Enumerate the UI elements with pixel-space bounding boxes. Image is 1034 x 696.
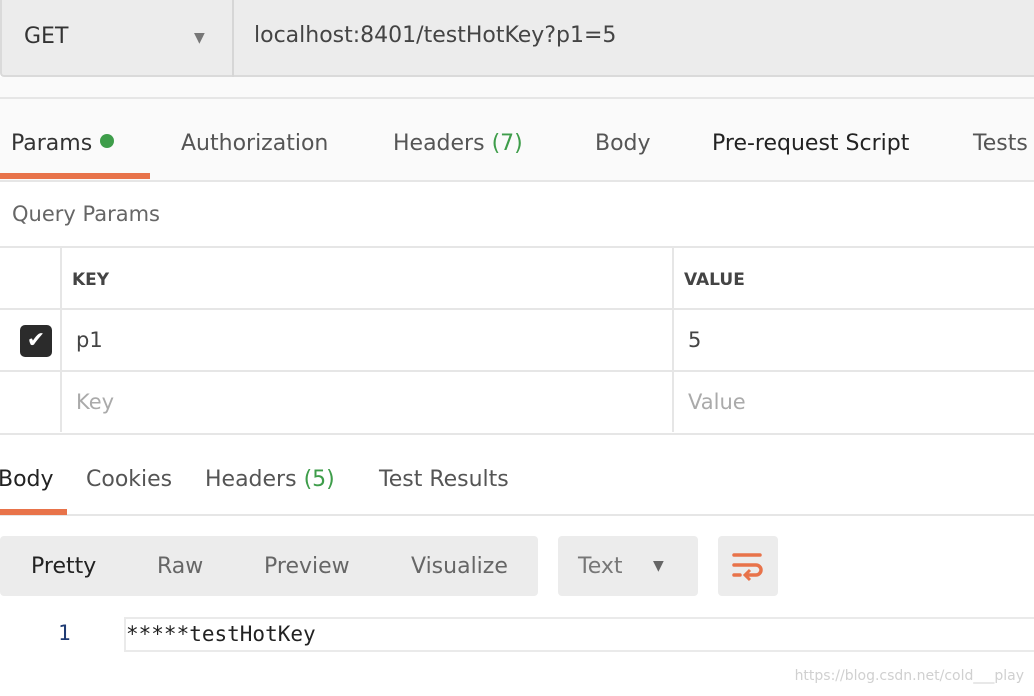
response-text: *****testHotKey: [126, 622, 316, 646]
method-label: GET: [24, 24, 69, 49]
param-key[interactable]: p1: [76, 328, 103, 352]
method-select[interactable]: GET ▼: [2, 0, 234, 77]
response-tabs: Body Cookies Headers (5) Test Results: [0, 433, 1034, 516]
tab-params[interactable]: Params: [11, 131, 115, 156]
watermark: https://blog.csdn.net/cold___play: [794, 668, 1024, 684]
tab-pre-request-script[interactable]: Pre-request Script: [712, 131, 909, 156]
tab-cookies[interactable]: Cookies: [86, 467, 172, 492]
spacer: [0, 77, 1034, 99]
view-mode-group: Pretty Raw Preview Visualize: [0, 536, 538, 596]
tab-response-headers[interactable]: Headers (5): [205, 467, 335, 492]
view-preview[interactable]: Preview: [264, 554, 350, 579]
headers-count: (7): [491, 131, 523, 156]
view-visualize[interactable]: Visualize: [411, 554, 508, 579]
wrap-lines-icon: [732, 553, 763, 582]
active-tab-indicator: [0, 509, 67, 515]
param-checkbox[interactable]: ✔: [20, 325, 52, 357]
response-code-line: *****testHotKey: [124, 617, 1034, 652]
active-tab-indicator: [0, 173, 150, 179]
url-input[interactable]: localhost:8401/testHotKey?p1=5: [254, 23, 616, 48]
caret-down-icon: ▼: [194, 30, 205, 46]
tab-headers[interactable]: Headers (7): [393, 131, 523, 156]
format-select[interactable]: Text ▼: [558, 536, 698, 596]
value-input[interactable]: Value: [688, 390, 746, 414]
view-raw[interactable]: Raw: [157, 554, 203, 579]
key-column-header: KEY: [72, 270, 110, 290]
tab-test-results[interactable]: Test Results: [379, 467, 509, 492]
key-input[interactable]: Key: [76, 390, 114, 414]
table-header: KEY VALUE: [0, 246, 1034, 308]
tab-label: Headers: [393, 131, 485, 156]
tab-authorization[interactable]: Authorization: [181, 131, 328, 156]
tab-response-body[interactable]: Body: [0, 467, 54, 492]
param-value[interactable]: 5: [688, 328, 701, 352]
table-row: ✔ p1 5: [0, 308, 1034, 370]
line-number: 1: [58, 621, 71, 645]
tab-body[interactable]: Body: [595, 131, 651, 156]
request-tabs: Params Authorization Headers (7) Body Pr…: [0, 99, 1034, 182]
view-pretty[interactable]: Pretty: [31, 554, 96, 579]
tab-label: Params: [11, 131, 93, 156]
url-bar: GET ▼ localhost:8401/testHotKey?p1=5: [0, 0, 1034, 77]
tab-label: Headers: [205, 467, 297, 492]
wrap-lines-button[interactable]: [718, 536, 778, 596]
tab-tests[interactable]: Tests: [973, 131, 1028, 156]
table-row-empty: Key Value: [0, 370, 1034, 432]
format-label: Text: [578, 554, 623, 579]
caret-down-icon: ▼: [653, 558, 664, 574]
value-column-header: VALUE: [684, 270, 745, 290]
query-params-title: Query Params: [12, 202, 160, 226]
status-dot-icon: [100, 134, 115, 148]
headers-count: (5): [303, 467, 335, 492]
checkmark-icon: ✔: [26, 328, 46, 353]
